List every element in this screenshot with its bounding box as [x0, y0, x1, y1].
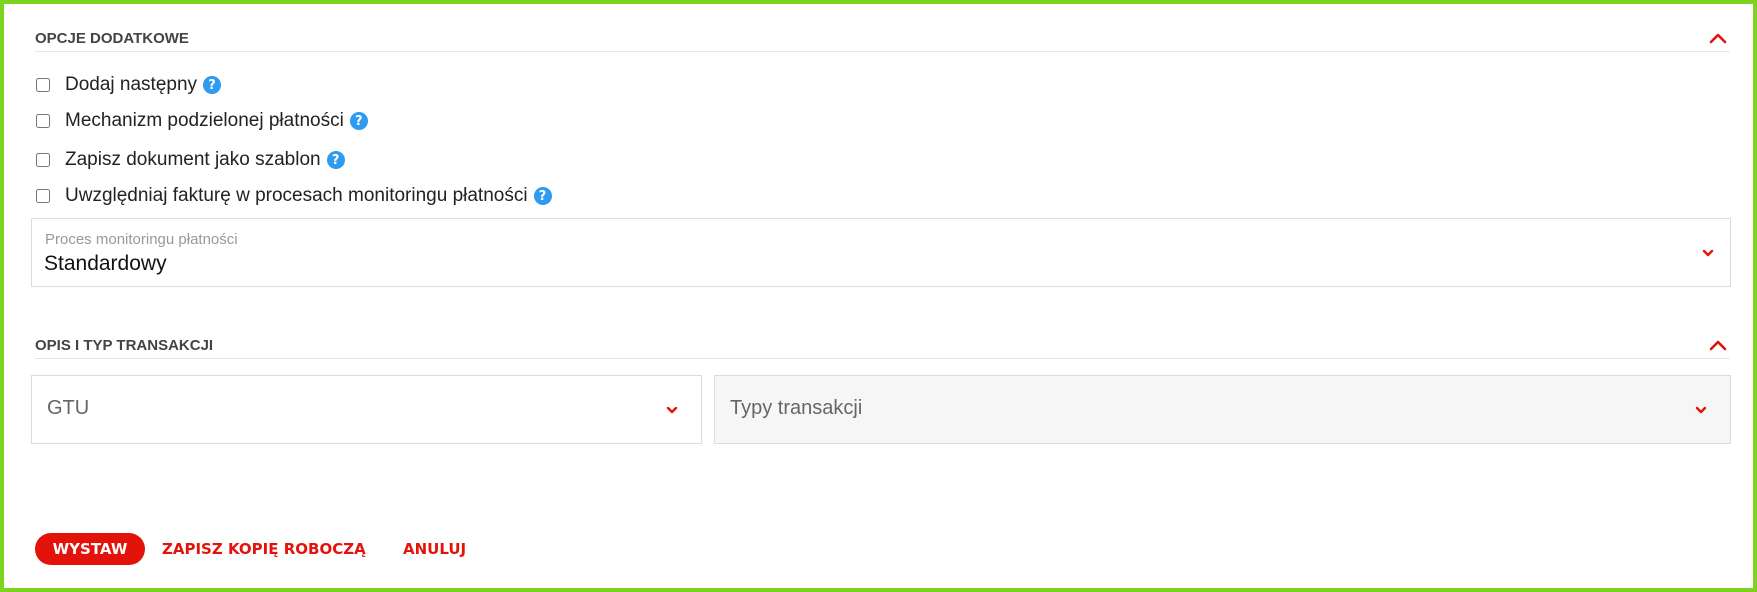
gtu-placeholder: GTU [47, 397, 90, 419]
save-draft-button[interactable]: ZAPISZ KOPIĘ ROBOCZĄ [162, 540, 366, 558]
chevron-down-icon [1695, 406, 1707, 413]
transaction-section-header: OPIS I TYP TRANSAKCJI [35, 337, 1730, 359]
chevron-up-icon [1709, 340, 1727, 351]
cancel-button[interactable]: ANULUJ [403, 540, 466, 558]
chevron-up-icon [1709, 33, 1727, 44]
split-payment-checkbox[interactable] [36, 114, 50, 128]
question-circle-icon[interactable]: ? [326, 151, 345, 169]
monitoring-process-select[interactable]: Proces monitoringu płatności Standardowy [31, 218, 1731, 287]
transaction-types-placeholder: Typy transakcji [730, 397, 863, 419]
issue-button[interactable]: WYSTAW [35, 533, 145, 565]
options-collapse-button[interactable] [1706, 26, 1730, 50]
add-next-checkbox[interactable] [36, 78, 50, 92]
payment-monitoring-label: Uwzględniaj fakturę w procesach monitori… [65, 185, 528, 206]
transaction-types-select[interactable]: Typy transakcji [714, 375, 1731, 444]
question-circle-icon[interactable]: ? [203, 76, 222, 94]
checkbox-row-split-payment: Mechanizm podzielonej płatności ? [35, 109, 368, 133]
page-frame: OPCJE DODATKOWE Dodaj następny ? Mechani… [0, 0, 1757, 592]
transaction-section-title: OPIS I TYP TRANSAKCJI [35, 337, 214, 354]
transaction-collapse-button[interactable] [1706, 333, 1730, 357]
chevron-down-icon [1702, 249, 1714, 256]
chevron-down-icon [666, 406, 678, 413]
payment-monitoring-checkbox[interactable] [36, 189, 50, 203]
save-template-checkbox[interactable] [36, 153, 50, 167]
checkbox-row-save-template: Zapisz dokument jako szablon ? [35, 148, 345, 172]
checkbox-row-add-next: Dodaj następny ? [35, 73, 222, 97]
monitoring-process-label: Proces monitoringu płatności [45, 231, 238, 248]
options-section-title: OPCJE DODATKOWE [35, 30, 189, 47]
question-circle-icon[interactable]: ? [533, 187, 552, 205]
options-section-header: OPCJE DODATKOWE [35, 30, 1730, 52]
add-next-label: Dodaj następny [65, 74, 198, 95]
monitoring-process-value: Standardowy [44, 252, 167, 275]
gtu-select[interactable]: GTU [31, 375, 702, 444]
save-template-label: Zapisz dokument jako szablon [65, 149, 321, 170]
checkbox-row-payment-monitoring: Uwzględniaj fakturę w procesach monitori… [35, 184, 552, 208]
question-circle-icon[interactable]: ? [349, 112, 368, 130]
split-payment-label: Mechanizm podzielonej płatności [65, 110, 344, 131]
